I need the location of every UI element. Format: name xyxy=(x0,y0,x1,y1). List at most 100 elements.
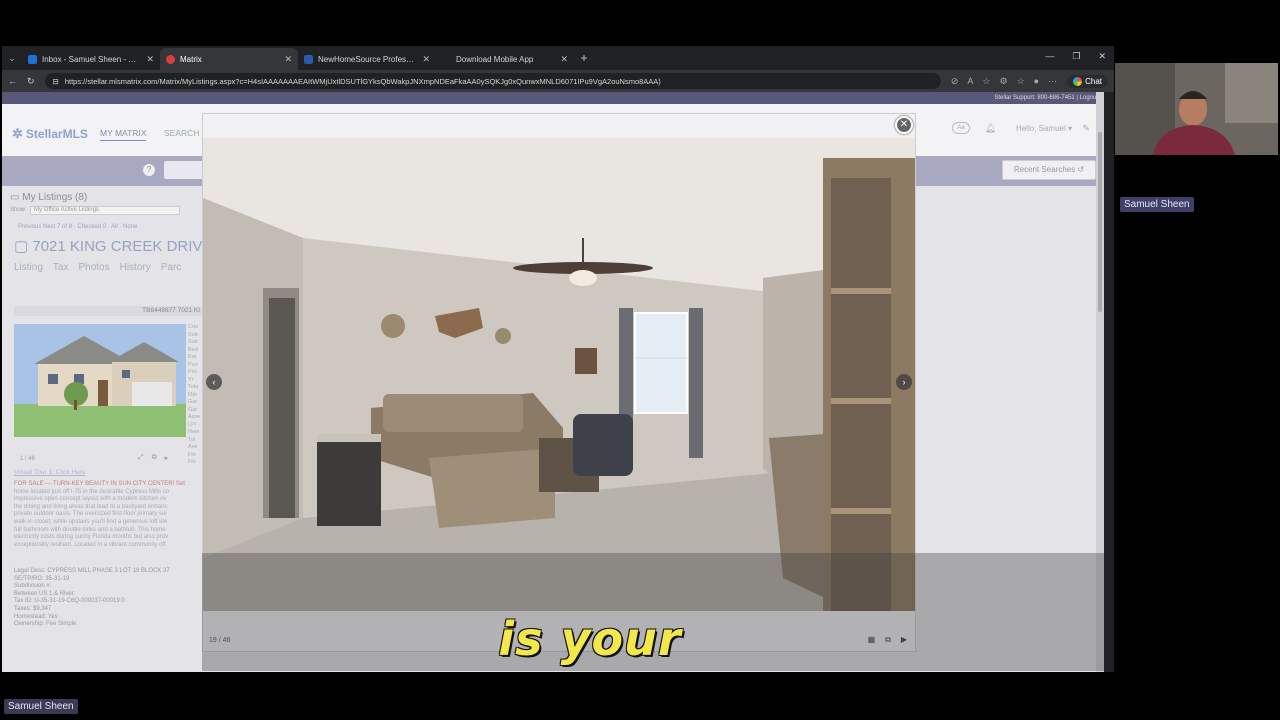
summary-fields: Cou Sub Sub Bed Bat Poo Pro Yr Tota Min … xyxy=(188,324,200,467)
listing-thumbnail[interactable] xyxy=(14,324,186,437)
window-controls: — ❐ ✕ xyxy=(1045,51,1106,62)
show-select[interactable]: My Office Active Listings xyxy=(30,206,180,215)
tab-title: Inbox - Samuel Sheen - Outlook xyxy=(42,54,142,64)
remarks-line: exceptionally resilient. Located in a vi… xyxy=(14,541,166,548)
favorites-icon[interactable]: ☆ xyxy=(1017,76,1025,87)
address-bar: ← ↻ ⊟ https://stellar.mlsmatrix.com/Matr… xyxy=(2,70,1114,92)
tab-title: Download Mobile App xyxy=(456,54,534,64)
tab-photos[interactable]: Photos xyxy=(78,262,109,273)
matrix-favicon-icon xyxy=(166,54,175,64)
fact-line: Between US 1 & River: xyxy=(14,590,76,597)
remarks-line: the dining and living areas that lead to… xyxy=(14,503,168,510)
video-caption: is your xyxy=(498,612,682,666)
extensions-icon[interactable]: ⚙ xyxy=(1000,76,1008,87)
logo-text: StellarMLS xyxy=(25,127,88,141)
star-icon[interactable]: ☆ xyxy=(982,76,990,87)
presenter-video-icon xyxy=(1115,63,1278,155)
copilot-icon xyxy=(1073,76,1083,86)
virtual-tour-link[interactable]: Virtual Tour 1: Click Here xyxy=(14,469,86,476)
recent-searches-label: Recent Searches xyxy=(1013,165,1076,174)
field-label: Pro xyxy=(188,369,197,375)
new-tab-icon[interactable]: + xyxy=(574,51,594,65)
tab-close-icon[interactable]: ✕ xyxy=(146,54,154,65)
nav-my-matrix[interactable]: MY MATRIX xyxy=(100,128,147,141)
field-label: Bed xyxy=(188,346,198,353)
bottom-name-tag: Samuel Sheen xyxy=(4,699,78,714)
tab-close-icon[interactable]: ✕ xyxy=(560,54,568,65)
stellar-logo-icon: ✲ xyxy=(12,126,23,141)
remarks-line: impressive open-concept layout with a mo… xyxy=(14,496,167,503)
pager[interactable]: Previous Next 7 of 8 · Checked 0 · All ·… xyxy=(18,224,137,230)
remarks-line: electricity costs during sunny Florida m… xyxy=(14,534,169,541)
fact-line: SE/TP/RG: 35-31-19 xyxy=(14,575,70,582)
tracking-icon[interactable]: ⊘ xyxy=(951,76,959,87)
tab-title: Matrix xyxy=(180,54,202,64)
field-label: Yr xyxy=(188,376,194,383)
help-icon[interactable]: ? xyxy=(143,164,155,176)
url-field[interactable]: ⊟ https://stellar.mlsmatrix.com/Matrix/M… xyxy=(44,73,941,89)
remarks-line: private outdoor oasis. The oversized fir… xyxy=(14,511,167,518)
stellar-logo[interactable]: ✲ StellarMLS xyxy=(12,126,88,142)
nav-search[interactable]: SEARCH xyxy=(164,128,199,138)
tab-history[interactable]: History xyxy=(120,262,151,273)
slideshow-icon[interactable]: ⧉ xyxy=(152,454,157,462)
fact-line: Legal Desc: CYPRESS MILL PHASE 3 LOT 19 … xyxy=(14,568,170,574)
reload-icon[interactable]: ↻ xyxy=(27,76,35,87)
listing-panel: ▭ My Listings (8) Show My Office Active … xyxy=(2,186,212,672)
close-icon[interactable]: ✕ xyxy=(895,116,913,134)
field-label: Ave xyxy=(188,444,198,450)
remarks-line: full bathroom with double sinks and a ba… xyxy=(14,526,166,533)
back-icon[interactable]: ← xyxy=(8,76,17,86)
text-size-button[interactable]: Aa xyxy=(952,122,970,134)
scrollbar-thumb[interactable] xyxy=(1098,132,1102,312)
tab-bar: ⌄ Inbox - Samuel Sheen - Outlook ✕ Matri… xyxy=(2,46,1114,70)
field-label: Flo xyxy=(188,451,196,458)
field-label: Sub xyxy=(188,331,198,338)
field-label: Flo xyxy=(188,459,196,465)
chevron-right-icon[interactable]: › xyxy=(896,374,912,390)
tab-close-icon[interactable]: ✕ xyxy=(422,54,430,65)
field-label: Cou xyxy=(188,324,199,330)
my-listings-text: My Listings (8) xyxy=(22,192,88,203)
profile-icon[interactable]: ● xyxy=(1034,76,1039,87)
field-label: Sub xyxy=(188,339,198,345)
quick-search-input[interactable] xyxy=(164,161,204,179)
fact-line: Subdivision #: xyxy=(14,583,52,590)
more-icon[interactable]: ⋯ xyxy=(1048,76,1057,87)
pin-icon[interactable]: ✎ xyxy=(1082,123,1090,134)
tab-close-icon[interactable]: ✕ xyxy=(284,54,292,65)
folder-icon: ▭ xyxy=(10,192,20,203)
field-label: LP/ xyxy=(188,421,197,428)
address-text: 7021 KING CREEK DRIVE xyxy=(32,238,213,255)
maximize-icon[interactable]: ❐ xyxy=(1072,51,1080,62)
thumbnail-photo-count: 1 / 46 xyxy=(20,456,36,462)
fact-line: Tax ID: U-35-31-19-C6Q-000037-00019.0 xyxy=(14,598,125,605)
chevron-left-icon[interactable]: ‹ xyxy=(206,374,222,390)
tab-tax[interactable]: Tax xyxy=(53,262,69,273)
user-menu[interactable]: Hello, Samuel ▾ xyxy=(1016,124,1072,133)
chat-button[interactable]: Chat xyxy=(1067,74,1108,88)
mls-id-bar: TB8448677 7021 KI xyxy=(14,306,204,316)
tab-matrix[interactable]: Matrix ✕ xyxy=(160,48,298,70)
field-label: Gar xyxy=(188,399,198,405)
tab-listing[interactable]: Listing xyxy=(14,262,43,273)
show-filter: Show My Office Active Listings xyxy=(10,206,185,217)
field-label: Min xyxy=(188,391,197,398)
bell-icon[interactable]: 🔔︎ xyxy=(985,123,996,134)
tab-title: NewHomeSource Professional xyxy=(318,54,418,64)
tab-download-app[interactable]: Download Mobile App ✕ xyxy=(436,48,574,70)
checkbox-icon[interactable]: ▢ xyxy=(14,238,28,255)
fullscreen-icon[interactable]: ⤢ xyxy=(138,454,144,462)
tab-parcel[interactable]: Parc xyxy=(161,262,182,273)
tab-newhomesource[interactable]: NewHomeSource Professional ✕ xyxy=(298,48,436,70)
window-close-icon[interactable]: ✕ xyxy=(1098,51,1106,62)
tab-outlook[interactable]: Inbox - Samuel Sheen - Outlook ✕ xyxy=(22,48,160,70)
play-icon[interactable]: ▸ xyxy=(165,454,169,462)
tab-search-icon[interactable]: ⌄ xyxy=(2,53,22,64)
read-aloud-icon[interactable]: A xyxy=(967,76,973,87)
support-bar: Stellar Support: 800-686-7451 | Logout xyxy=(2,92,1104,104)
newhomesource-favicon-icon xyxy=(304,54,313,64)
recent-searches-button[interactable]: Recent Searches ↺ xyxy=(1002,160,1096,180)
minimize-icon[interactable]: — xyxy=(1045,51,1054,62)
site-info-icon[interactable]: ⊟ xyxy=(53,77,59,86)
